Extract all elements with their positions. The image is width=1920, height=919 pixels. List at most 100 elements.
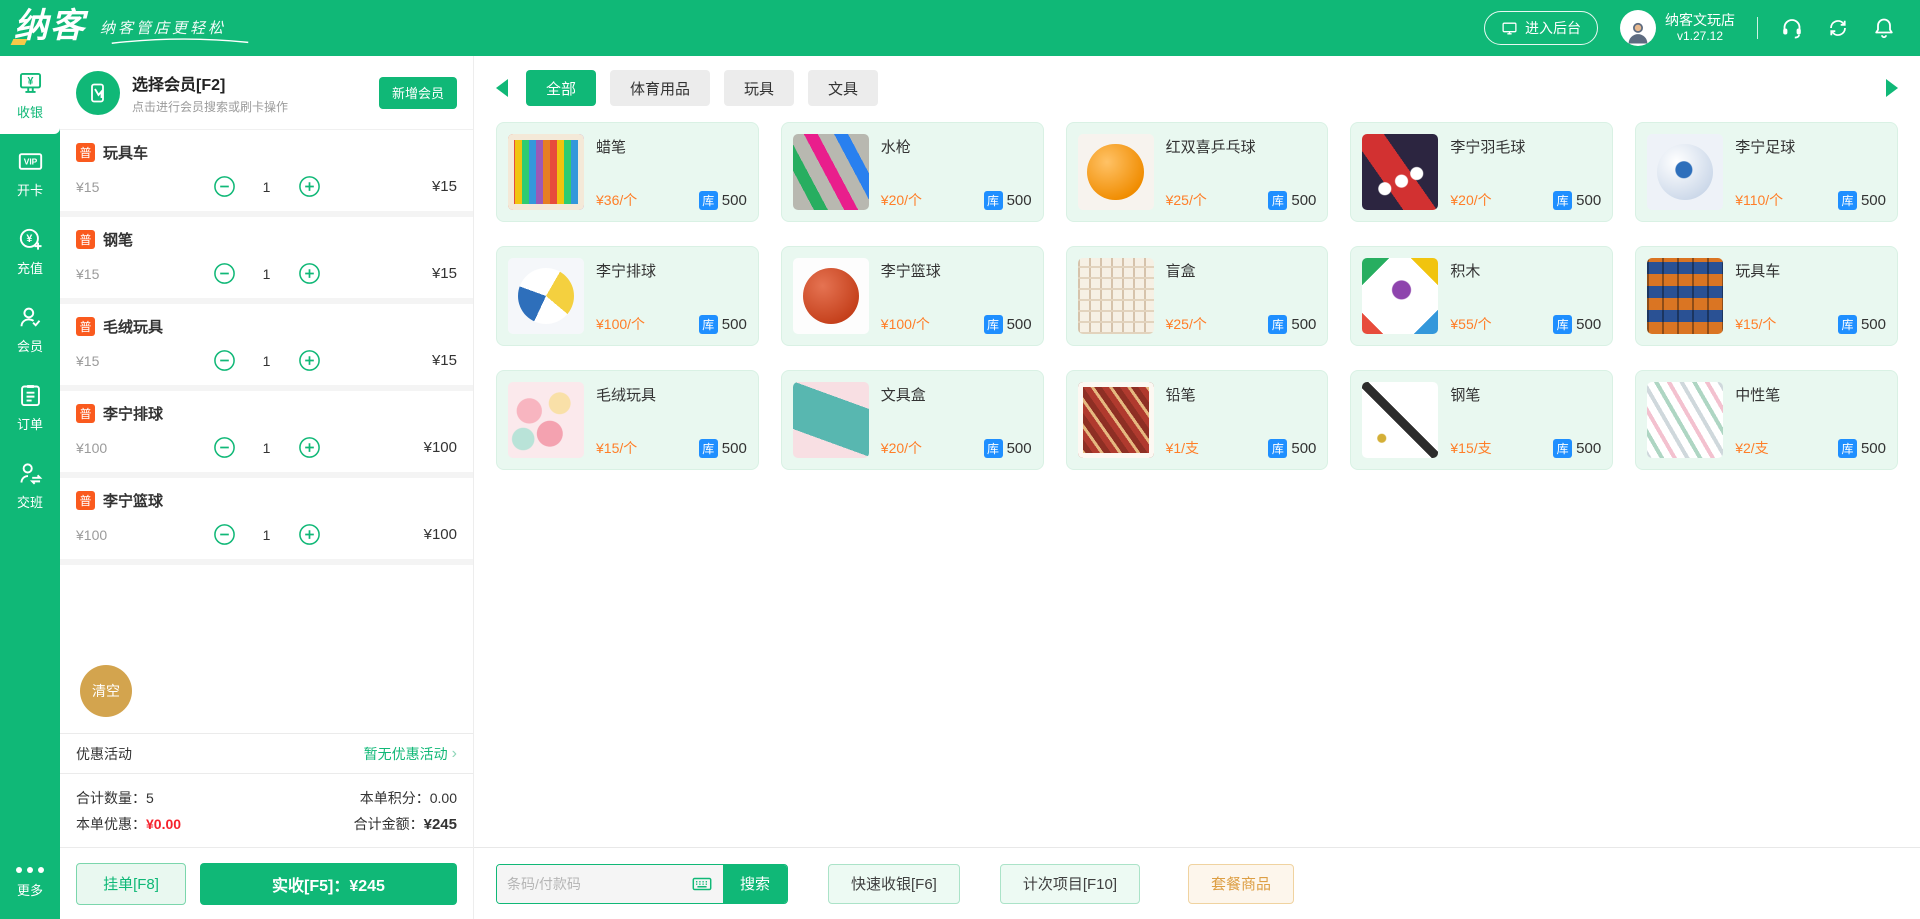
increase-qty-button[interactable] <box>298 175 321 198</box>
sidebar-item-more[interactable]: 更多 <box>0 847 60 919</box>
stock-count: 500 <box>1576 192 1601 209</box>
cart-item: 普李宁篮球 ¥100 1 ¥100 <box>60 478 473 565</box>
header-actions: 进入后台 纳客文玩店 v1.27.12 <box>1484 10 1896 46</box>
unit-price: ¥100 <box>76 440 168 456</box>
brand-slogan: 纳客管店更轻松 <box>100 17 260 47</box>
category-prev-icon[interactable] <box>496 79 508 97</box>
store-name: 纳客文玩店 <box>1665 12 1735 30</box>
building-blocks-photo <box>1362 258 1438 334</box>
keyboard-icon[interactable] <box>691 873 713 895</box>
quantity-value: 1 <box>262 440 272 456</box>
sidebar-item-orders[interactable]: 订单 <box>0 368 60 446</box>
product-name: 文具盒 <box>881 382 1032 405</box>
promo-link[interactable]: 暂无优惠活动 › <box>364 744 457 764</box>
category-bar: 全部 体育用品 玩具 文具 <box>474 56 1920 120</box>
decrease-qty-button[interactable] <box>213 523 236 546</box>
product-card[interactable]: 毛绒玩具 ¥15/个 库500 <box>496 370 759 470</box>
account-block[interactable]: 纳客文玩店 v1.27.12 <box>1620 10 1735 46</box>
customer-service-icon[interactable] <box>1780 16 1804 40</box>
product-card[interactable]: 李宁足球 ¥110/个 库500 <box>1635 122 1898 222</box>
increase-qty-button[interactable] <box>298 436 321 459</box>
header-divider <box>1757 17 1758 39</box>
increase-qty-button[interactable] <box>298 262 321 285</box>
product-card[interactable]: 文具盒 ¥20/个 库500 <box>781 370 1044 470</box>
bottom-action-bar: 搜索 快速收银[F6] 计次项目[F10] 套餐商品 <box>474 847 1920 919</box>
increase-qty-button[interactable] <box>298 523 321 546</box>
product-name: 水枪 <box>881 134 1032 157</box>
sidebar-item-open-card[interactable]: VIP 开卡 <box>0 134 60 212</box>
cart-item-name: 李宁篮球 <box>103 490 163 511</box>
product-price: ¥110/个 <box>1735 190 1783 210</box>
product-card[interactable]: 李宁篮球 ¥100/个 库500 <box>781 246 1044 346</box>
vip-card-icon: VIP <box>17 148 44 175</box>
product-card[interactable]: 盲盒 ¥25/个 库500 <box>1066 246 1329 346</box>
product-card[interactable]: 蜡笔 ¥36/个 库500 <box>496 122 759 222</box>
basketball-photo <box>793 258 869 334</box>
select-member-button[interactable]: 选择会员[F2] 点击进行会员搜索或刷卡操作 <box>132 71 379 115</box>
product-card[interactable]: 李宁羽毛球 ¥20/个 库500 <box>1350 122 1613 222</box>
product-card[interactable]: 玩具车 ¥15/个 库500 <box>1635 246 1898 346</box>
gel-pens-photo <box>1647 382 1723 458</box>
logo-text: 纳客 <box>14 9 86 47</box>
cart-item: 普李宁排球 ¥100 1 ¥100 <box>60 391 473 478</box>
product-card[interactable]: 水枪 ¥20/个 库500 <box>781 122 1044 222</box>
stock-count: 500 <box>1861 316 1886 333</box>
quantity-value: 1 <box>262 353 272 369</box>
category-next-icon[interactable] <box>1886 79 1898 97</box>
sidebar-item-recharge[interactable]: ¥ 充值 <box>0 212 60 290</box>
sidebar-item-members[interactable]: 会员 <box>0 290 60 368</box>
increase-qty-button[interactable] <box>298 349 321 372</box>
tab-all[interactable]: 全部 <box>526 70 596 106</box>
quick-cashier-button[interactable]: 快速收银[F6] <box>828 864 960 904</box>
decrease-qty-button[interactable] <box>213 262 236 285</box>
tab-toys[interactable]: 玩具 <box>724 70 794 106</box>
cash-register-icon: ¥ <box>17 70 44 97</box>
product-card[interactable]: 钢笔 ¥15/支 库500 <box>1350 370 1613 470</box>
hold-order-button[interactable]: 挂单[F8] <box>76 863 186 905</box>
decrease-qty-button[interactable] <box>213 175 236 198</box>
add-member-button[interactable]: 新增会员 <box>379 77 457 109</box>
combo-products-button[interactable]: 套餐商品 <box>1188 864 1294 904</box>
bell-icon[interactable] <box>1872 16 1896 40</box>
clear-cart-button[interactable]: 清空 <box>80 665 132 717</box>
product-card[interactable]: 中性笔 ¥2/支 库500 <box>1635 370 1898 470</box>
product-card[interactable]: 李宁排球 ¥100/个 库500 <box>496 246 759 346</box>
product-name: 李宁羽毛球 <box>1450 134 1601 157</box>
counting-items-button[interactable]: 计次项目[F10] <box>1000 864 1140 904</box>
stock-count: 500 <box>1861 192 1886 209</box>
product-name: 李宁排球 <box>596 258 747 281</box>
product-price: ¥25/个 <box>1166 190 1207 210</box>
stock-badge: 库 <box>984 191 1003 210</box>
barcode-scan-group: 搜索 <box>496 864 788 904</box>
unit-price: ¥15 <box>76 179 168 195</box>
app-header: 纳客 纳客管店更轻松 进入后台 纳客文玩店 v1.27.12 <box>0 0 1920 56</box>
tab-stationery[interactable]: 文具 <box>808 70 878 106</box>
enter-backstage-button[interactable]: 进入后台 <box>1484 11 1598 45</box>
stock-badge: 库 <box>699 315 718 334</box>
brand-logo: 纳客 纳客管店更轻松 <box>14 9 260 47</box>
fountain-pen-photo <box>1362 382 1438 458</box>
amount-label: 合计金额： <box>354 816 424 832</box>
barcode-input[interactable] <box>507 876 691 892</box>
product-price: ¥15/个 <box>596 438 637 458</box>
app-version: v1.27.12 <box>1677 29 1723 44</box>
tab-sports[interactable]: 体育用品 <box>610 70 710 106</box>
pingpong-ball-photo <box>1078 134 1154 210</box>
decrease-qty-button[interactable] <box>213 349 236 372</box>
search-button[interactable]: 搜索 <box>723 865 787 903</box>
checkout-button[interactable]: 实收[F5]：¥245 <box>200 863 457 905</box>
decrease-qty-button[interactable] <box>213 436 236 459</box>
product-name: 李宁篮球 <box>881 258 1032 281</box>
quantity-value: 1 <box>262 527 272 543</box>
sidebar-item-shift[interactable]: 交班 <box>0 446 60 524</box>
member-header: 选择会员[F2] 点击进行会员搜索或刷卡操作 新增会员 <box>60 56 473 130</box>
product-card[interactable]: 铅笔 ¥1/支 库500 <box>1066 370 1329 470</box>
sidebar-item-cashier[interactable]: ¥ 收银 <box>0 56 60 134</box>
stock-badge: 库 <box>1838 191 1857 210</box>
cart-item: 普钢笔 ¥15 1 ¥15 <box>60 217 473 304</box>
promo-label: 优惠活动 <box>76 744 132 764</box>
stock-badge: 库 <box>1553 191 1572 210</box>
product-card[interactable]: 红双喜乒乓球 ¥25/个 库500 <box>1066 122 1329 222</box>
product-card[interactable]: 积木 ¥55/个 库500 <box>1350 246 1613 346</box>
sync-icon[interactable] <box>1826 16 1850 40</box>
